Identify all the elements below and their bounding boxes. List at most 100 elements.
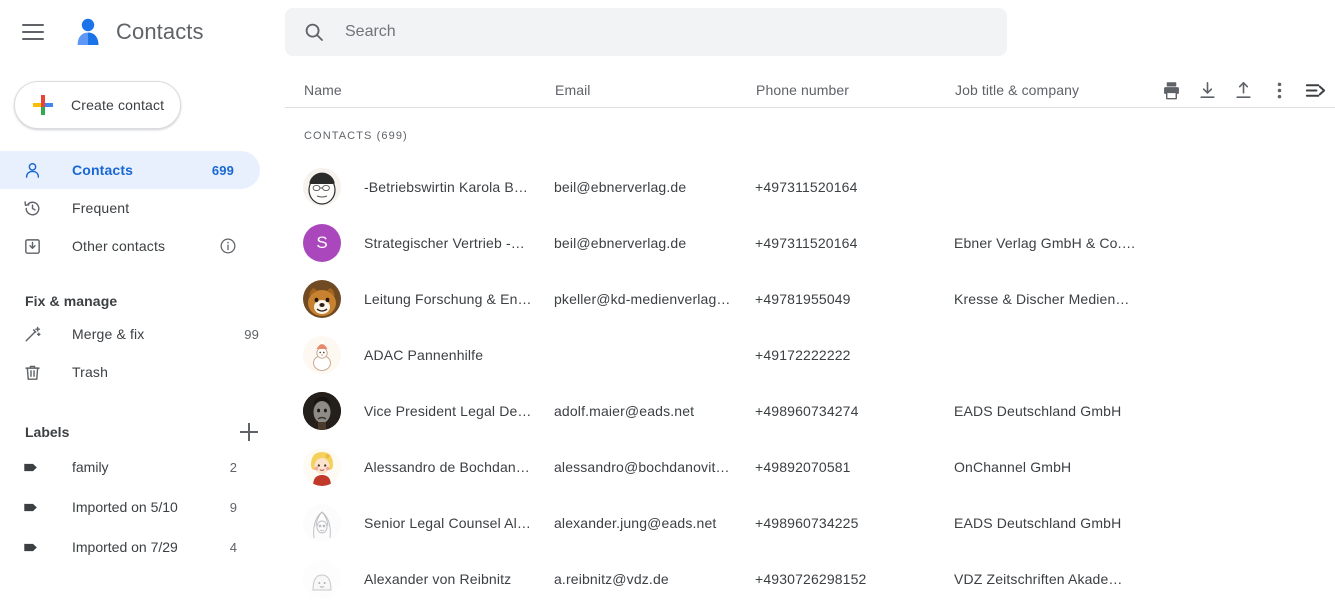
- table-row[interactable]: Alexander von Reibnitz a.reibnitz@vdz.de…: [285, 551, 1335, 607]
- column-header-email[interactable]: Email: [555, 82, 591, 98]
- app-title: Contacts: [116, 18, 204, 44]
- create-contact-button[interactable]: Create contact: [14, 81, 181, 129]
- cell-email: adolf.maier@eads.net: [554, 403, 695, 419]
- column-header-name[interactable]: Name: [304, 82, 342, 98]
- cell-name: ADAC Pannenhilfe: [364, 347, 484, 363]
- label-tag-icon: [22, 537, 42, 557]
- cell-phone: +497311520164: [755, 235, 858, 251]
- cell-name: Leitung Forschung & En…: [364, 291, 532, 307]
- search-input[interactable]: [345, 23, 965, 41]
- sidebar-item-contacts[interactable]: Contacts 699: [0, 151, 260, 189]
- table-row[interactable]: Alessandro de Bochdan… alessandro@bochda…: [285, 439, 1335, 495]
- sidebar-item-other-contacts[interactable]: Other contacts: [0, 227, 285, 265]
- cell-phone: +497311520164: [755, 179, 858, 195]
- avatar: [303, 336, 341, 374]
- sidebar-item-label: Frequent: [72, 200, 130, 216]
- sidebar-item-frequent[interactable]: Frequent: [0, 189, 285, 227]
- label-tag-icon: [22, 497, 42, 517]
- info-icon[interactable]: [219, 237, 237, 255]
- sort-list-arrow-icon[interactable]: [1304, 79, 1327, 102]
- cell-phone: +49172222222: [755, 347, 851, 363]
- import-download-icon[interactable]: [1196, 79, 1219, 102]
- cell-email: beil@ebnerverlag.de: [554, 235, 687, 251]
- avatar: [303, 168, 341, 206]
- contacts-list: -Betriebswirtin Karola B… beil@ebnerverl…: [285, 159, 1335, 607]
- avatar: [303, 392, 341, 430]
- sidebar: Contacts Create contact Contacts 699 Fre…: [0, 0, 285, 607]
- sidebar-item-count: 99: [244, 326, 259, 342]
- sidebar-item-label: Trash: [72, 364, 109, 380]
- inbox-down-icon: [22, 236, 42, 256]
- cell-phone: +4930726298152: [755, 571, 867, 587]
- google-plus-icon: [32, 94, 54, 116]
- print-icon[interactable]: [1160, 79, 1183, 102]
- cell-phone: +49781955049: [755, 291, 851, 307]
- cell-email: a.reibnitz@vdz.de: [554, 571, 669, 587]
- avatar: [303, 448, 341, 486]
- cell-job-title: Ebner Verlag GmbH & Co.…: [954, 235, 1136, 251]
- brand-bar: Contacts: [0, 0, 285, 63]
- sidebar-item-merge-fix[interactable]: Merge & fix 99: [0, 315, 285, 353]
- avatar: S: [303, 224, 341, 262]
- cell-email: pkeller@kd-medienverlag…: [554, 291, 731, 307]
- sidebar-label-count: 9: [229, 499, 237, 515]
- sidebar-label-imported-729[interactable]: Imported on 7/29 4: [0, 527, 285, 567]
- create-contact-label: Create contact: [71, 97, 165, 113]
- search-icon: [303, 21, 325, 43]
- cell-job-title: OnChannel GmbH: [954, 459, 1072, 475]
- sidebar-label-count: 4: [229, 539, 237, 555]
- cell-email: alessandro@bochdanovit…: [554, 459, 730, 475]
- cell-name: Strategischer Vertrieb -…: [364, 235, 525, 251]
- cell-email: beil@ebnerverlag.de: [554, 179, 687, 195]
- column-header-phone[interactable]: Phone number: [756, 82, 849, 98]
- contacts-app: Contacts Create contact Contacts 699 Fre…: [0, 0, 1335, 607]
- sidebar-nav: Contacts 699 Frequent Other contacts Fix…: [0, 151, 285, 391]
- cell-name: Alessandro de Bochdan…: [364, 459, 530, 475]
- sidebar-item-count: 699: [211, 162, 234, 178]
- search-bar[interactable]: [285, 8, 1007, 56]
- table-row[interactable]: Leitung Forschung & En… pkeller@kd-medie…: [285, 271, 1335, 327]
- magic-wand-icon: [22, 324, 42, 344]
- cell-name: Vice President Legal De…: [364, 403, 532, 419]
- sidebar-label-count: 2: [229, 459, 237, 475]
- cell-job-title: EADS Deutschland GmbH: [954, 515, 1122, 531]
- sidebar-item-label: Contacts: [72, 162, 134, 178]
- avatar: [303, 280, 341, 318]
- cell-name: Alexander von Reibnitz: [364, 571, 512, 587]
- table-header: Name Email Phone number Job title & comp…: [285, 72, 1335, 108]
- cell-job-title: EADS Deutschland GmbH: [954, 403, 1122, 419]
- avatar: [303, 560, 341, 598]
- table-row[interactable]: ADAC Pannenhilfe +49172222222: [285, 327, 1335, 383]
- cell-email: alexander.jung@eads.net: [554, 515, 717, 531]
- labels-title: Labels: [25, 424, 70, 440]
- sidebar-item-label: Merge & fix: [72, 326, 145, 342]
- cell-phone: +498960734225: [755, 515, 859, 531]
- table-row[interactable]: S Strategischer Vertrieb -… beil@ebnerve…: [285, 215, 1335, 271]
- contacts-person-logo: [71, 15, 105, 49]
- avatar-initial: S: [316, 233, 328, 252]
- hamburger-menu-icon[interactable]: [22, 19, 48, 45]
- sidebar-item-trash[interactable]: Trash: [0, 353, 285, 391]
- labels-header: Labels: [25, 421, 260, 443]
- sidebar-label-text: Imported on 5/10: [72, 499, 178, 515]
- sidebar-label-text: family: [72, 459, 109, 475]
- label-tag-icon: [22, 457, 42, 477]
- cell-phone: +498960734274: [755, 403, 859, 419]
- cell-name: Senior Legal Counsel Al…: [364, 515, 532, 531]
- table-row[interactable]: Senior Legal Counsel Al… alexander.jung@…: [285, 495, 1335, 551]
- header-toolbar: [1160, 72, 1327, 108]
- sidebar-label-family[interactable]: family 2: [0, 447, 285, 487]
- more-options-icon[interactable]: [1268, 79, 1291, 102]
- table-row[interactable]: -Betriebswirtin Karola B… beil@ebnerverl…: [285, 159, 1335, 215]
- contacts-section-label: CONTACTS (699): [304, 130, 408, 142]
- export-upload-icon[interactable]: [1232, 79, 1255, 102]
- column-header-job-title[interactable]: Job title & company: [955, 82, 1079, 98]
- sidebar-label-imported-510[interactable]: Imported on 5/10 9: [0, 487, 285, 527]
- main-content: Name Email Phone number Job title & comp…: [285, 0, 1335, 607]
- create-label-plus-icon[interactable]: [238, 421, 260, 443]
- cell-name: -Betriebswirtin Karola B…: [364, 179, 529, 195]
- sidebar-label-text: Imported on 7/29: [72, 539, 178, 555]
- table-row[interactable]: Vice President Legal De… adolf.maier@ead…: [285, 383, 1335, 439]
- trash-icon: [22, 362, 42, 382]
- person-icon: [22, 160, 42, 180]
